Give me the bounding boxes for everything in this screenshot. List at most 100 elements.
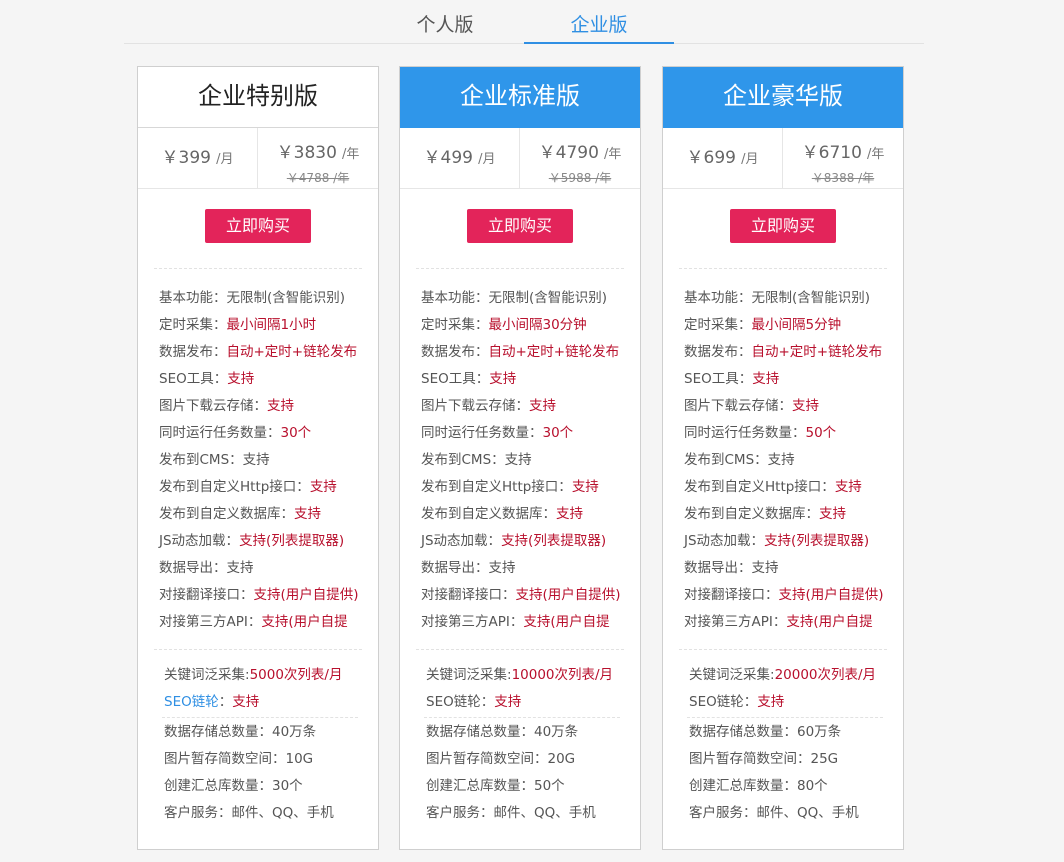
feature-label: 数据导出：	[684, 560, 752, 576]
feature-label: 数据导出：	[159, 560, 227, 576]
plan-title: 企业特别版	[138, 67, 378, 128]
feature-item: 对接翻译接口：支持(用户自提供)	[684, 582, 903, 609]
storage-list: 数据存储总数量：40万条 图片暂存简数空间：10G 创建汇总库数量：30个 客户服务：…	[164, 719, 378, 827]
feature-item: JS动态加载：支持(列表提取器)	[684, 528, 903, 555]
feature-value: 最小间隔5分钟	[751, 317, 842, 333]
feature-value: 支持	[529, 398, 556, 414]
feature-label: 对接第三方API：	[421, 614, 524, 630]
yearly-original-price: ￥4788 /年	[286, 171, 350, 185]
feature-label: 数据发布：	[421, 344, 489, 360]
monthly-price: ￥699 /月	[663, 128, 783, 188]
seo-chain-value: 支持	[757, 694, 785, 710]
seo-chain-item: SEO链轮：支持	[164, 689, 378, 716]
buy-now-button[interactable]: 立即购买	[467, 209, 573, 243]
storage-item: 创建汇总库数量：80个	[689, 773, 903, 800]
storage-label: 创建汇总库数量：	[164, 778, 272, 794]
feature-value: 支持	[751, 560, 779, 576]
feature-item: 图片下载云存储：支持	[684, 393, 903, 420]
feature-label: 发布到CMS：	[684, 452, 768, 468]
storage-item: 客户服务：邮件、QQ、手机	[426, 800, 640, 827]
keyword-label: 关键词泛采集:	[164, 667, 250, 683]
feature-label: 发布到自定义数据库：	[159, 506, 294, 522]
feature-value: 最小间隔30分钟	[488, 317, 587, 333]
storage-value: 30个	[272, 778, 303, 794]
storage-item: 客户服务：邮件、QQ、手机	[689, 800, 903, 827]
storage-value: 10G	[285, 751, 314, 767]
feature-value: 支持(用户自提	[261, 614, 348, 630]
monthly-amount: ￥499	[423, 148, 473, 168]
storage-value: 20G	[547, 751, 576, 767]
keyword-list: 关键词泛采集:5000次列表/月 SEO链轮：支持	[164, 662, 378, 716]
seo-chain-value: 支持	[232, 694, 260, 710]
feature-label: SEO工具：	[159, 371, 228, 387]
storage-label: 创建汇总库数量：	[426, 778, 534, 794]
feature-item: 同时运行任务数量：30个	[421, 420, 640, 447]
monthly-unit: /月	[478, 152, 496, 167]
keyword-value: 5000次列表/月	[249, 667, 343, 683]
divider	[154, 649, 362, 650]
feature-item: 发布到自定义Http接口：支持	[684, 474, 903, 501]
plan-prices: ￥399 /月 ￥3830 /年 ￥4788 /年	[138, 128, 378, 189]
feature-label: 定时采集：	[159, 317, 227, 333]
feature-item: 基本功能：无限制(含智能识别)	[684, 285, 903, 312]
feature-item: 对接翻译接口：支持(用户自提供)	[421, 582, 640, 609]
feature-value: 无限制(含智能识别)	[751, 290, 871, 306]
feature-value: 支持(用户自提供)	[515, 587, 621, 603]
feature-value: 支持(用户自提	[523, 614, 610, 630]
feature-item: 数据发布：自动+定时+链轮发布	[159, 339, 378, 366]
feature-item: 发布到自定义数据库：支持	[159, 501, 378, 528]
feature-item: JS动态加载：支持(列表提取器)	[421, 528, 640, 555]
storage-value: 80个	[797, 778, 828, 794]
storage-item: 数据存储总数量：40万条	[164, 719, 378, 746]
storage-label: 图片暂存简数空间：	[689, 751, 811, 767]
feature-item: 数据导出：支持	[421, 555, 640, 582]
storage-label: 客户服务：	[426, 805, 494, 821]
plan-card: 企业特别版 ￥399 /月 ￥3830 /年 ￥4788 /年 立即购买 基本功能…	[137, 66, 379, 850]
feature-label: 发布到自定义数据库：	[421, 506, 556, 522]
feature-value: 支持(用户自提供)	[253, 587, 359, 603]
storage-item: 数据存储总数量：60万条	[689, 719, 903, 746]
tab-personal[interactable]: 个人版	[370, 0, 520, 42]
tab-enterprise[interactable]: 企业版	[524, 0, 674, 44]
keyword-item: 关键词泛采集:5000次列表/月	[164, 662, 378, 689]
storage-value: 40万条	[272, 724, 317, 740]
feature-item: 数据发布：自动+定时+链轮发布	[421, 339, 640, 366]
feature-item: 数据导出：支持	[159, 555, 378, 582]
feature-item: 图片下载云存储：支持	[421, 393, 640, 420]
buy-now-button[interactable]: 立即购买	[205, 209, 311, 243]
feature-label: JS动态加载：	[159, 533, 240, 549]
feature-value: 支持	[556, 506, 583, 522]
feature-label: 发布到CMS：	[159, 452, 243, 468]
feature-value: 支持(用户自提供)	[778, 587, 884, 603]
feature-value: 支持	[752, 371, 780, 387]
keyword-list: 关键词泛采集:10000次列表/月 SEO链轮：支持	[426, 662, 640, 716]
storage-item: 创建汇总库数量：30个	[164, 773, 378, 800]
divider	[679, 268, 887, 269]
monthly-price: ￥499 /月	[400, 128, 520, 188]
feature-value: 自动+定时+链轮发布	[751, 344, 883, 360]
feature-label: 基本功能：	[421, 290, 489, 306]
storage-value: 25G	[810, 751, 839, 767]
feature-label: 发布到自定义Http接口：	[159, 479, 310, 495]
divider	[162, 717, 358, 718]
feature-item: 发布到自定义Http接口：支持	[421, 474, 640, 501]
feature-value: 支持	[834, 479, 862, 495]
feature-item: 定时采集：最小间隔1小时	[159, 312, 378, 339]
keyword-item: 关键词泛采集:10000次列表/月	[426, 662, 640, 689]
storage-label: 图片暂存简数空间：	[164, 751, 286, 767]
feature-label: 同时运行任务数量：	[421, 425, 543, 441]
feature-label: JS动态加载：	[421, 533, 502, 549]
feature-item: 定时采集：最小间隔5分钟	[684, 312, 903, 339]
feature-item: 对接第三方API：支持(用户自提	[684, 609, 903, 636]
plan-card: 企业豪华版 ￥699 /月 ￥6710 /年 ￥8388 /年 立即购买 基本功能…	[662, 66, 904, 850]
feature-value: 支持	[488, 560, 516, 576]
feature-item: 数据导出：支持	[684, 555, 903, 582]
storage-label: 创建汇总库数量：	[689, 778, 797, 794]
buy-now-button[interactable]: 立即购买	[730, 209, 836, 243]
storage-item: 图片暂存简数空间：20G	[426, 746, 640, 773]
storage-label: 数据存储总数量：	[426, 724, 534, 740]
feature-item: 发布到CMS：支持	[421, 447, 640, 474]
seo-chain-label[interactable]: SEO链轮	[164, 694, 219, 710]
keyword-label: 关键词泛采集:	[689, 667, 775, 683]
storage-item: 图片暂存简数空间：10G	[164, 746, 378, 773]
